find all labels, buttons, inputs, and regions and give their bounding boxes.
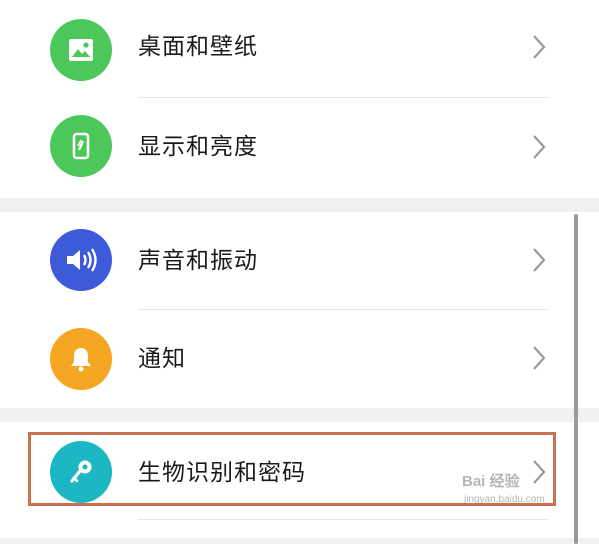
watermark: Bai 经验 jingyan.baidu.com: [462, 473, 545, 509]
chevron-right-icon: [533, 135, 546, 159]
phone-brightness-icon: [72, 132, 90, 160]
settings-item-notifications[interactable]: 通知: [0, 310, 599, 410]
watermark-text: Bai 经验: [462, 473, 520, 490]
image-icon: [69, 39, 93, 61]
wallpaper-icon-circle: [50, 19, 112, 81]
settings-item-label: 通知: [138, 346, 186, 372]
settings-item-wallpaper[interactable]: 桌面和壁纸: [0, 0, 599, 97]
chevron-right-icon: [533, 35, 546, 59]
notification-icon-circle: [50, 328, 112, 390]
settings-group-sound: 声音和振动 通知: [0, 212, 599, 408]
chevron-right-icon: [533, 248, 546, 272]
chevron-right-icon: [533, 346, 546, 370]
watermark-sub: jingyan.baidu.com: [464, 494, 545, 505]
settings-item-display-brightness[interactable]: 显示和亮度: [0, 98, 599, 198]
settings-item-label: 显示和亮度: [138, 134, 258, 160]
scrollbar[interactable]: [574, 214, 578, 544]
display-icon-circle: [50, 115, 112, 177]
speaker-icon: [67, 248, 97, 272]
settings-item-sound-vibration[interactable]: 声音和振动: [0, 212, 599, 312]
divider: [138, 519, 549, 520]
settings-group-display: 桌面和壁纸 显示和亮度: [0, 0, 599, 198]
settings-item-label: 声音和振动: [138, 248, 258, 274]
bell-icon: [71, 348, 91, 372]
sound-icon-circle: [50, 229, 112, 291]
settings-item-label: 桌面和壁纸: [138, 34, 258, 60]
